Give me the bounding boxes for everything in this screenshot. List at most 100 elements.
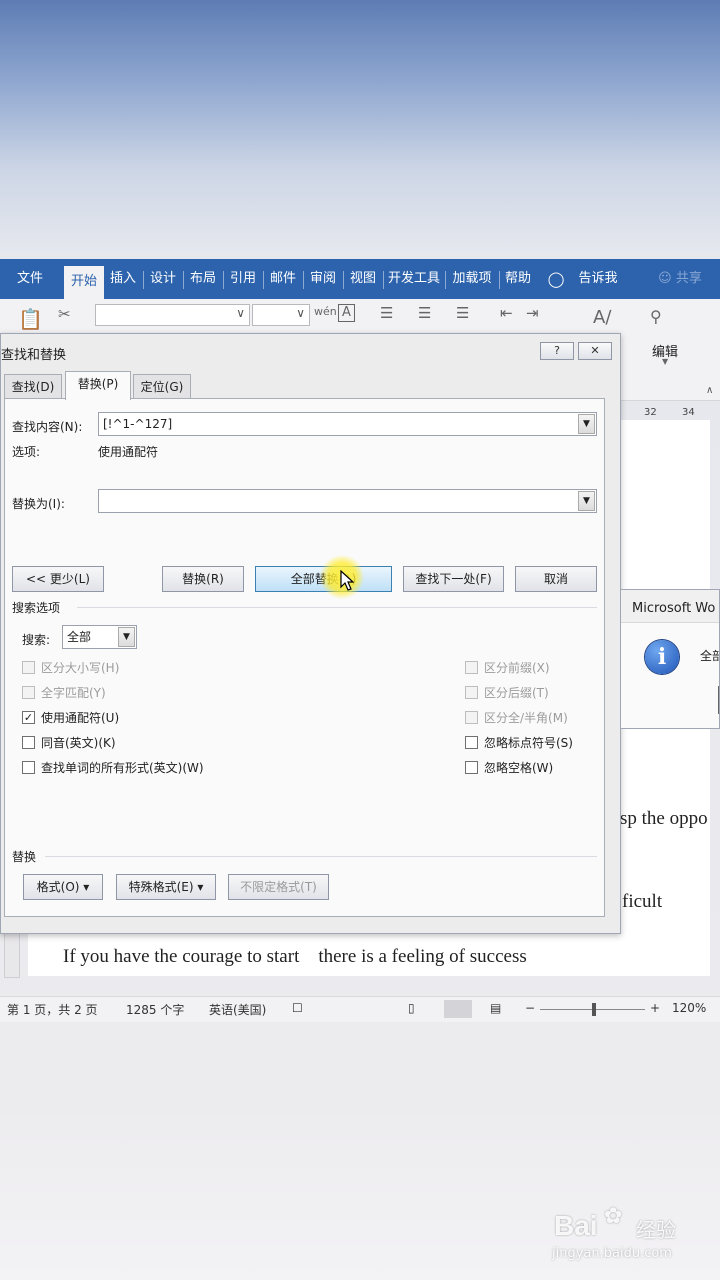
share-button[interactable]: ☺ 共享 [650,259,710,299]
divider [45,856,597,857]
mouse-pointer-icon [340,570,354,591]
find-search-icon[interactable]: ⚲ [650,307,662,326]
document-line: If you have the courage to start there i… [63,946,527,967]
zoom-slider-thumb[interactable] [592,1003,596,1016]
divider [77,607,597,608]
all-word-forms-checkbox[interactable] [22,761,35,774]
cancel-button[interactable]: 取消 [515,566,597,592]
whole-word-label: 全字匹配(Y) [41,686,106,700]
chevron-down-icon[interactable]: ▼ [662,357,668,366]
styles-icon[interactable]: A∕ [593,307,611,328]
match-suffix-label: 区分后缀(T) [484,686,549,700]
tab-view[interactable]: 视图 [344,259,382,299]
match-prefix-checkbox[interactable] [465,661,478,674]
tab-help[interactable]: 帮助 [500,259,536,299]
search-scope-label: 搜索: [22,633,51,647]
tab-developer[interactable]: 开发工具 [384,259,444,299]
sounds-like-checkbox[interactable] [22,736,35,749]
phonetic-guide-icon[interactable]: wén [314,305,337,318]
ignore-punctuation-label: 忽略标点符号(S) [484,736,573,750]
tab-addins[interactable]: 加载项 [446,259,498,299]
zoom-out-button[interactable]: − [525,1001,535,1015]
replace-section-title: 替换 [12,850,37,864]
language-indicator[interactable]: 英语(美国) [209,1001,266,1018]
font-size-combo[interactable]: ∨ [252,304,310,326]
match-prefix-label: 区分前缀(X) [484,661,550,675]
match-case-label: 区分大小写(H) [41,661,120,675]
match-width-label: 区分全/半角(M) [484,711,568,725]
wildcards-label: 使用通配符(U) [41,711,120,725]
match-case-checkbox[interactable] [22,661,35,674]
search-scope-select[interactable]: 全部 ▼ [62,625,137,649]
char-border-icon[interactable]: A [338,304,355,322]
decrease-indent-icon[interactable]: ⇤ [500,304,513,322]
close-button[interactable]: ✕ [578,342,612,360]
tab-references[interactable]: 引用 [224,259,262,299]
multilevel-list-icon[interactable]: ☰ [456,304,469,322]
tab-goto[interactable]: 定位(G) [133,374,191,400]
web-layout-icon[interactable]: ▤ [490,1001,501,1015]
find-input[interactable]: [!^1-^127] ▼ [98,412,597,436]
replace-label: 替换为(I): [12,497,65,511]
proofing-icon[interactable]: ☐ [292,1001,303,1015]
help-button[interactable]: ? [540,342,574,360]
chevron-down-icon[interactable]: ▼ [118,627,135,647]
replace-input[interactable]: ▼ [98,489,597,513]
tab-mailings[interactable]: 邮件 [264,259,302,299]
paste-icon[interactable]: 📋 [18,307,43,331]
special-format-button[interactable]: 特殊格式(E) ▾ [116,874,216,900]
find-label: 查找内容(N): [12,420,83,434]
wildcards-checkbox[interactable]: ✓ [22,711,35,724]
ribbon-tab-bar: 文件 开始 插入 设计 布局 引用 邮件 审阅 视图 开发工具 加载项 帮助 ◯… [0,259,720,299]
search-options-title: 搜索选项 [12,601,61,615]
page-count[interactable]: 第 1 页，共 2 页 [7,1001,98,1018]
baidu-watermark: Bai ✿ 经验 jingyan.baidu.com [552,1200,712,1270]
tab-review[interactable]: 审阅 [304,259,342,299]
ignore-punctuation-checkbox[interactable] [465,736,478,749]
no-formatting-button[interactable]: 不限定格式(T) [228,874,329,900]
tell-me-button[interactable]: 告诉我 [572,259,624,299]
lightbulb-icon[interactable]: ◯ [544,259,568,299]
message-box: Microsoft Wo i 全部 [620,589,720,729]
tab-replace[interactable]: 替换(P) [65,371,131,400]
paw-icon: ✿ [604,1204,623,1229]
tab-file[interactable]: 文件 [8,259,52,299]
tab-insert[interactable]: 插入 [104,259,142,299]
font-name-combo[interactable]: ∨ [95,304,250,326]
numbering-icon[interactable]: ☰ [418,304,431,322]
tab-find[interactable]: 查找(D) [4,374,62,400]
less-button[interactable]: << 更少(L) [12,566,104,592]
print-layout-icon[interactable] [444,1000,472,1018]
all-word-forms-label: 查找单词的所有形式(英文)(W) [41,761,204,775]
zoom-level[interactable]: 120% [672,1001,706,1015]
tab-design[interactable]: 设计 [144,259,182,299]
watermark-brand-cn: 经验 [636,1218,676,1242]
tab-layout[interactable]: 布局 [184,259,222,299]
user-icon: ☺ [658,271,672,286]
whole-word-checkbox[interactable] [22,686,35,699]
format-button[interactable]: 格式(O) ▾ [23,874,103,900]
ignore-whitespace-checkbox[interactable] [465,761,478,774]
read-mode-icon[interactable]: ▯ [408,1001,415,1015]
options-label: 选项: [12,445,41,459]
document-line: sp the oppo [620,808,708,829]
tab-home[interactable]: 开始 [64,266,104,299]
zoom-in-button[interactable]: + [650,1001,660,1015]
bullets-icon[interactable]: ☰ [380,304,393,322]
ignore-whitespace-label: 忽略空格(W) [484,761,554,775]
replace-button[interactable]: 替换(R) [162,566,244,592]
find-next-button[interactable]: 查找下一处(F) [403,566,504,592]
increase-indent-icon[interactable]: ⇥ [526,304,539,322]
cut-icon[interactable]: ✂ [58,305,71,323]
dialog-title: 查找和替换 [1,348,67,363]
match-width-checkbox[interactable] [465,711,478,724]
info-icon: i [645,640,679,674]
chevron-down-icon[interactable]: ▼ [578,491,595,511]
word-count[interactable]: 1285 个字 [126,1001,184,1018]
horizontal-ruler: 32 34 [622,406,720,420]
match-suffix-checkbox[interactable] [465,686,478,699]
message-box-title: Microsoft Wo [632,601,716,616]
search-scope-value: 全部 [67,630,92,644]
chevron-down-icon[interactable]: ▼ [578,414,595,434]
collapse-ribbon-icon[interactable]: ∧ [706,385,713,396]
